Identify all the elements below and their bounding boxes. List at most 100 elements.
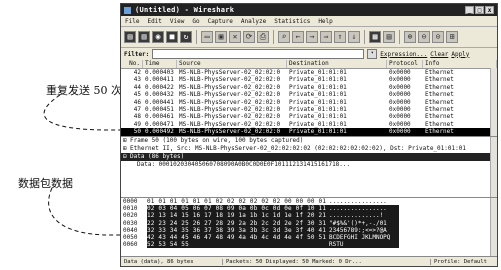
menu-analyze[interactable]: Analyze <box>241 18 266 25</box>
packet-list-scrollbar[interactable] <box>490 68 497 136</box>
hex-offset: 0030 <box>123 219 138 227</box>
detail-data[interactable]: ⊟ Data (86 bytes) <box>121 153 497 161</box>
hex-row: 0010 02 03 04 05 06 07 08 09 0a 0b 0c 0d … <box>121 205 497 213</box>
packet-row[interactable]: 43 0.000411 MS-NLB-PhysServer-02_02:02:0 Pr… <box>121 76 497 83</box>
hex-ascii[interactable]: "#$%&'()*+,-./01 <box>329 219 399 227</box>
zoom-normal-icon[interactable]: ⊙ <box>432 31 444 43</box>
column-header-protocol[interactable]: Protocol <box>387 60 423 68</box>
packet-row[interactable]: 46 0.000441 MS-NLB-PhysServer-02_02:02:0 Pr… <box>121 99 497 106</box>
go-forward-icon[interactable]: → <box>306 31 318 43</box>
cell-no: 45 <box>133 91 141 99</box>
hex-bytes[interactable]: 42 43 44 45 46 47 48 49 4a 4b 4c 4d 4e 4… <box>147 233 329 242</box>
details-scrollbar[interactable] <box>490 137 497 197</box>
hex-row: 0060 52 53 54 55 RSTU <box>121 241 497 249</box>
cell-destination: Private_01:01:01 <box>289 98 347 106</box>
open-file-icon[interactable]: ▭ <box>201 31 213 43</box>
menu-capture[interactable]: Capture <box>208 18 233 25</box>
packet-row[interactable]: 48 0.000461 MS-NLB-PhysServer-02_02:02:0 Pr… <box>121 113 497 120</box>
close-button[interactable]: x <box>485 6 494 14</box>
filter-input[interactable] <box>152 49 365 59</box>
menu-view[interactable]: View <box>170 18 184 25</box>
reload-icon[interactable]: ⟳ <box>243 31 255 43</box>
restart-capture-icon[interactable]: ↻ <box>180 31 192 43</box>
hex-ascii[interactable]: 23456789:;<=>?@A <box>329 226 399 234</box>
close-file-icon[interactable]: ✕ <box>229 31 241 43</box>
expand-icon[interactable]: ⊞ <box>123 145 130 153</box>
hex-ascii[interactable]: ..............! <box>329 212 399 220</box>
filter-dropdown-icon[interactable]: ▾ <box>367 49 378 59</box>
packet-row[interactable]: 49 0.000471 MS-NLB-PhysServer-02_02:02:0 Pr… <box>121 121 497 128</box>
cell-no: 50 <box>133 128 141 136</box>
collapse-icon[interactable]: ⊟ <box>123 153 130 161</box>
go-first-icon[interactable]: ⇑ <box>334 31 346 43</box>
expression-button[interactable]: Expression... <box>380 51 427 58</box>
expand-icon[interactable]: ⊞ <box>123 137 130 145</box>
cell-time: 0.000403 <box>145 69 174 76</box>
status-bar: Data (data), 86 bytes Packets: 50 Displa… <box>121 256 497 266</box>
hex-ascii[interactable]: RSTU <box>329 241 399 249</box>
status-profile[interactable]: Profile: Default <box>431 259 497 265</box>
cell-time: 0.000471 <box>145 120 174 128</box>
cell-no: 47 <box>133 105 141 113</box>
cell-info: Ethernet <box>425 120 454 128</box>
go-to-packet-icon[interactable]: ⇒ <box>320 31 332 43</box>
cell-protocol: 0x0000 <box>389 69 411 76</box>
menu-bar: File Edit View Go Capture Analyze Statis… <box>121 16 497 27</box>
packet-row[interactable]: 50 0.000492 MS-NLB-PhysServer-02_02:02:0 Pr… <box>121 128 497 136</box>
column-header-info[interactable]: Info <box>423 60 497 68</box>
menu-help[interactable]: Help <box>318 18 332 25</box>
clear-button[interactable]: Clear <box>430 51 448 58</box>
apply-button[interactable]: Apply <box>451 51 469 58</box>
column-header-destination[interactable]: Destination <box>287 60 387 68</box>
zoom-out-icon[interactable]: ⊖ <box>418 31 430 43</box>
interfaces-icon[interactable]: ▤ <box>124 31 136 43</box>
hex-row: 0040 32 33 34 35 36 37 38 39 3a 3b 3c 3d … <box>121 226 497 234</box>
packet-row[interactable]: 45 0.000432 MS-NLB-PhysServer-02_02:02:0 Pr… <box>121 91 497 98</box>
hex-bytes[interactable]: 12 13 14 15 16 17 18 19 1a 1b 1c 1d 1e 1… <box>147 212 329 220</box>
column-header-source[interactable]: Source <box>177 60 287 68</box>
hex-ascii[interactable]: BCDEFGHI JKLMNOPQ <box>329 233 399 242</box>
packet-row[interactable]: 47 0.000451 MS-NLB-PhysServer-02_02:02:0 Pr… <box>121 106 497 113</box>
hex-bytes[interactable]: 32 33 34 35 36 37 38 39 3a 3b 3c 3d 3e 3… <box>147 226 329 234</box>
save-icon[interactable]: ▣ <box>215 31 227 43</box>
cell-destination: Private_01:01:01 <box>289 83 347 91</box>
status-packet-counts: Packets: 50 Displayed: 50 Marked: 0 Dr..… <box>223 258 431 265</box>
menu-file[interactable]: File <box>125 18 139 25</box>
start-capture-icon[interactable]: ◉ <box>152 31 164 43</box>
hex-scrollbar[interactable] <box>490 198 497 256</box>
detail-data-value[interactable]: Data: 000102030405060708090A0B0C0D0E0F10… <box>121 161 497 169</box>
options-icon[interactable]: ▥ <box>138 31 150 43</box>
hex-bytes[interactable]: 01 01 01 01 01 01 02 02 02 02 02 02 00 0… <box>147 198 329 205</box>
hex-bytes[interactable]: 22 23 24 25 26 27 28 29 2a 2b 2c 2d 2e 2… <box>147 219 329 227</box>
menu-statistics[interactable]: Statistics <box>274 18 310 25</box>
maximize-button[interactable]: □ <box>475 6 484 14</box>
cell-info: Ethernet <box>425 76 454 84</box>
column-header-time[interactable]: Time <box>143 60 177 68</box>
print-icon[interactable]: ⎙ <box>257 31 269 43</box>
menu-go[interactable]: Go <box>192 18 199 25</box>
packet-row[interactable]: 42 0.000403 MS-NLB-PhysServer-02_02:02:0 Pr… <box>121 69 497 76</box>
stop-capture-icon[interactable]: ■ <box>166 31 178 43</box>
packet-row[interactable]: 44 0.000422 MS-NLB-PhysServer-02_02:02:0 Pr… <box>121 84 497 91</box>
minimize-button[interactable]: _ <box>465 6 474 14</box>
find-icon[interactable]: ⌕ <box>278 31 290 43</box>
hex-ascii[interactable]: ................ <box>329 205 399 213</box>
cell-source: MS-NLB-PhysServer-02_02:02:0 <box>179 76 281 84</box>
cell-time: 0.000441 <box>145 98 174 106</box>
hex-ascii[interactable]: ................ <box>329 198 399 205</box>
detail-frame[interactable]: ⊞ Frame 50 (100 bytes on wire, 100 bytes … <box>121 137 497 145</box>
hex-offset: 0050 <box>123 233 138 241</box>
zoom-in-icon[interactable]: ⊕ <box>404 31 416 43</box>
resize-columns-icon[interactable]: ⊞ <box>446 31 458 43</box>
auto-scroll-icon[interactable]: ▤ <box>383 31 395 43</box>
column-header-no[interactable]: No. <box>121 60 143 68</box>
hex-bytes[interactable]: 02 03 04 05 06 07 08 09 0a 0b 0c 0d 0e 0… <box>147 205 329 213</box>
hex-bytes[interactable]: 52 53 54 55 <box>147 241 329 249</box>
detail-ethernet[interactable]: ⊞ Ethernet II, Src: MS-NLB-PhysServer-02_… <box>121 145 497 153</box>
go-last-icon[interactable]: ⇓ <box>348 31 360 43</box>
go-back-icon[interactable]: ← <box>292 31 304 43</box>
hex-row: 0020 12 13 14 15 16 17 18 19 1a 1b 1c 1d … <box>121 212 497 220</box>
title-bar: (Untitled) - Wireshark _ □ x <box>121 4 497 16</box>
colorize-icon[interactable]: ▦ <box>369 31 381 43</box>
menu-edit[interactable]: Edit <box>147 18 161 25</box>
